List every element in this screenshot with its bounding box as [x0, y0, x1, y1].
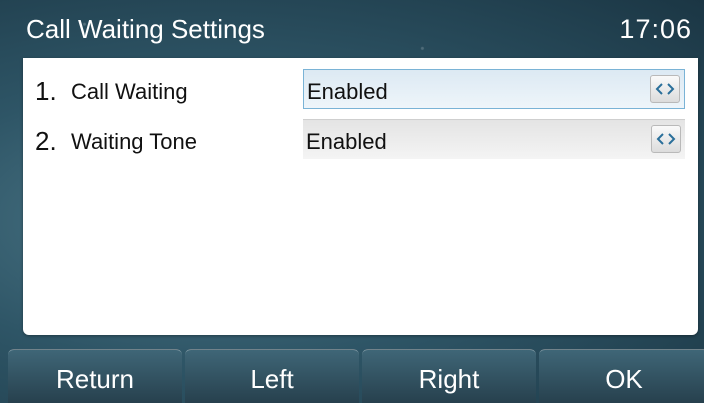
setting-value: Enabled — [307, 79, 388, 104]
ok-softkey[interactable]: OK — [539, 349, 704, 403]
setting-label: Call Waiting — [71, 79, 188, 104]
row-number: 1. — [35, 76, 57, 106]
clock: 17:06 — [619, 13, 692, 44]
left-right-arrows-icon[interactable] — [650, 75, 680, 103]
softkey-bar: Return Left Right OK — [0, 345, 704, 403]
return-softkey[interactable]: Return — [8, 349, 182, 403]
setting-value: Enabled — [306, 129, 387, 154]
phone-screen: Call Waiting Settings 17:06 1. Call Wait… — [0, 0, 704, 403]
setting-row-call-waiting[interactable]: 1. Call Waiting Enabled — [23, 64, 698, 112]
left-right-arrows-icon[interactable] — [651, 125, 681, 153]
page-title: Call Waiting Settings — [26, 13, 265, 44]
waiting-tone-select[interactable]: Enabled — [303, 119, 685, 159]
setting-row-waiting-tone[interactable]: 2. Waiting Tone Enabled — [23, 114, 698, 162]
title-bar: Call Waiting Settings 17:06 — [0, 0, 704, 58]
row-number: 2. — [35, 126, 57, 156]
setting-label: Waiting Tone — [71, 129, 197, 154]
right-softkey[interactable]: Right — [362, 349, 536, 403]
left-softkey[interactable]: Left — [185, 349, 359, 403]
call-waiting-select[interactable]: Enabled — [303, 69, 685, 109]
settings-list: 1. Call Waiting Enabled 2. Waiting Tone … — [23, 58, 698, 335]
